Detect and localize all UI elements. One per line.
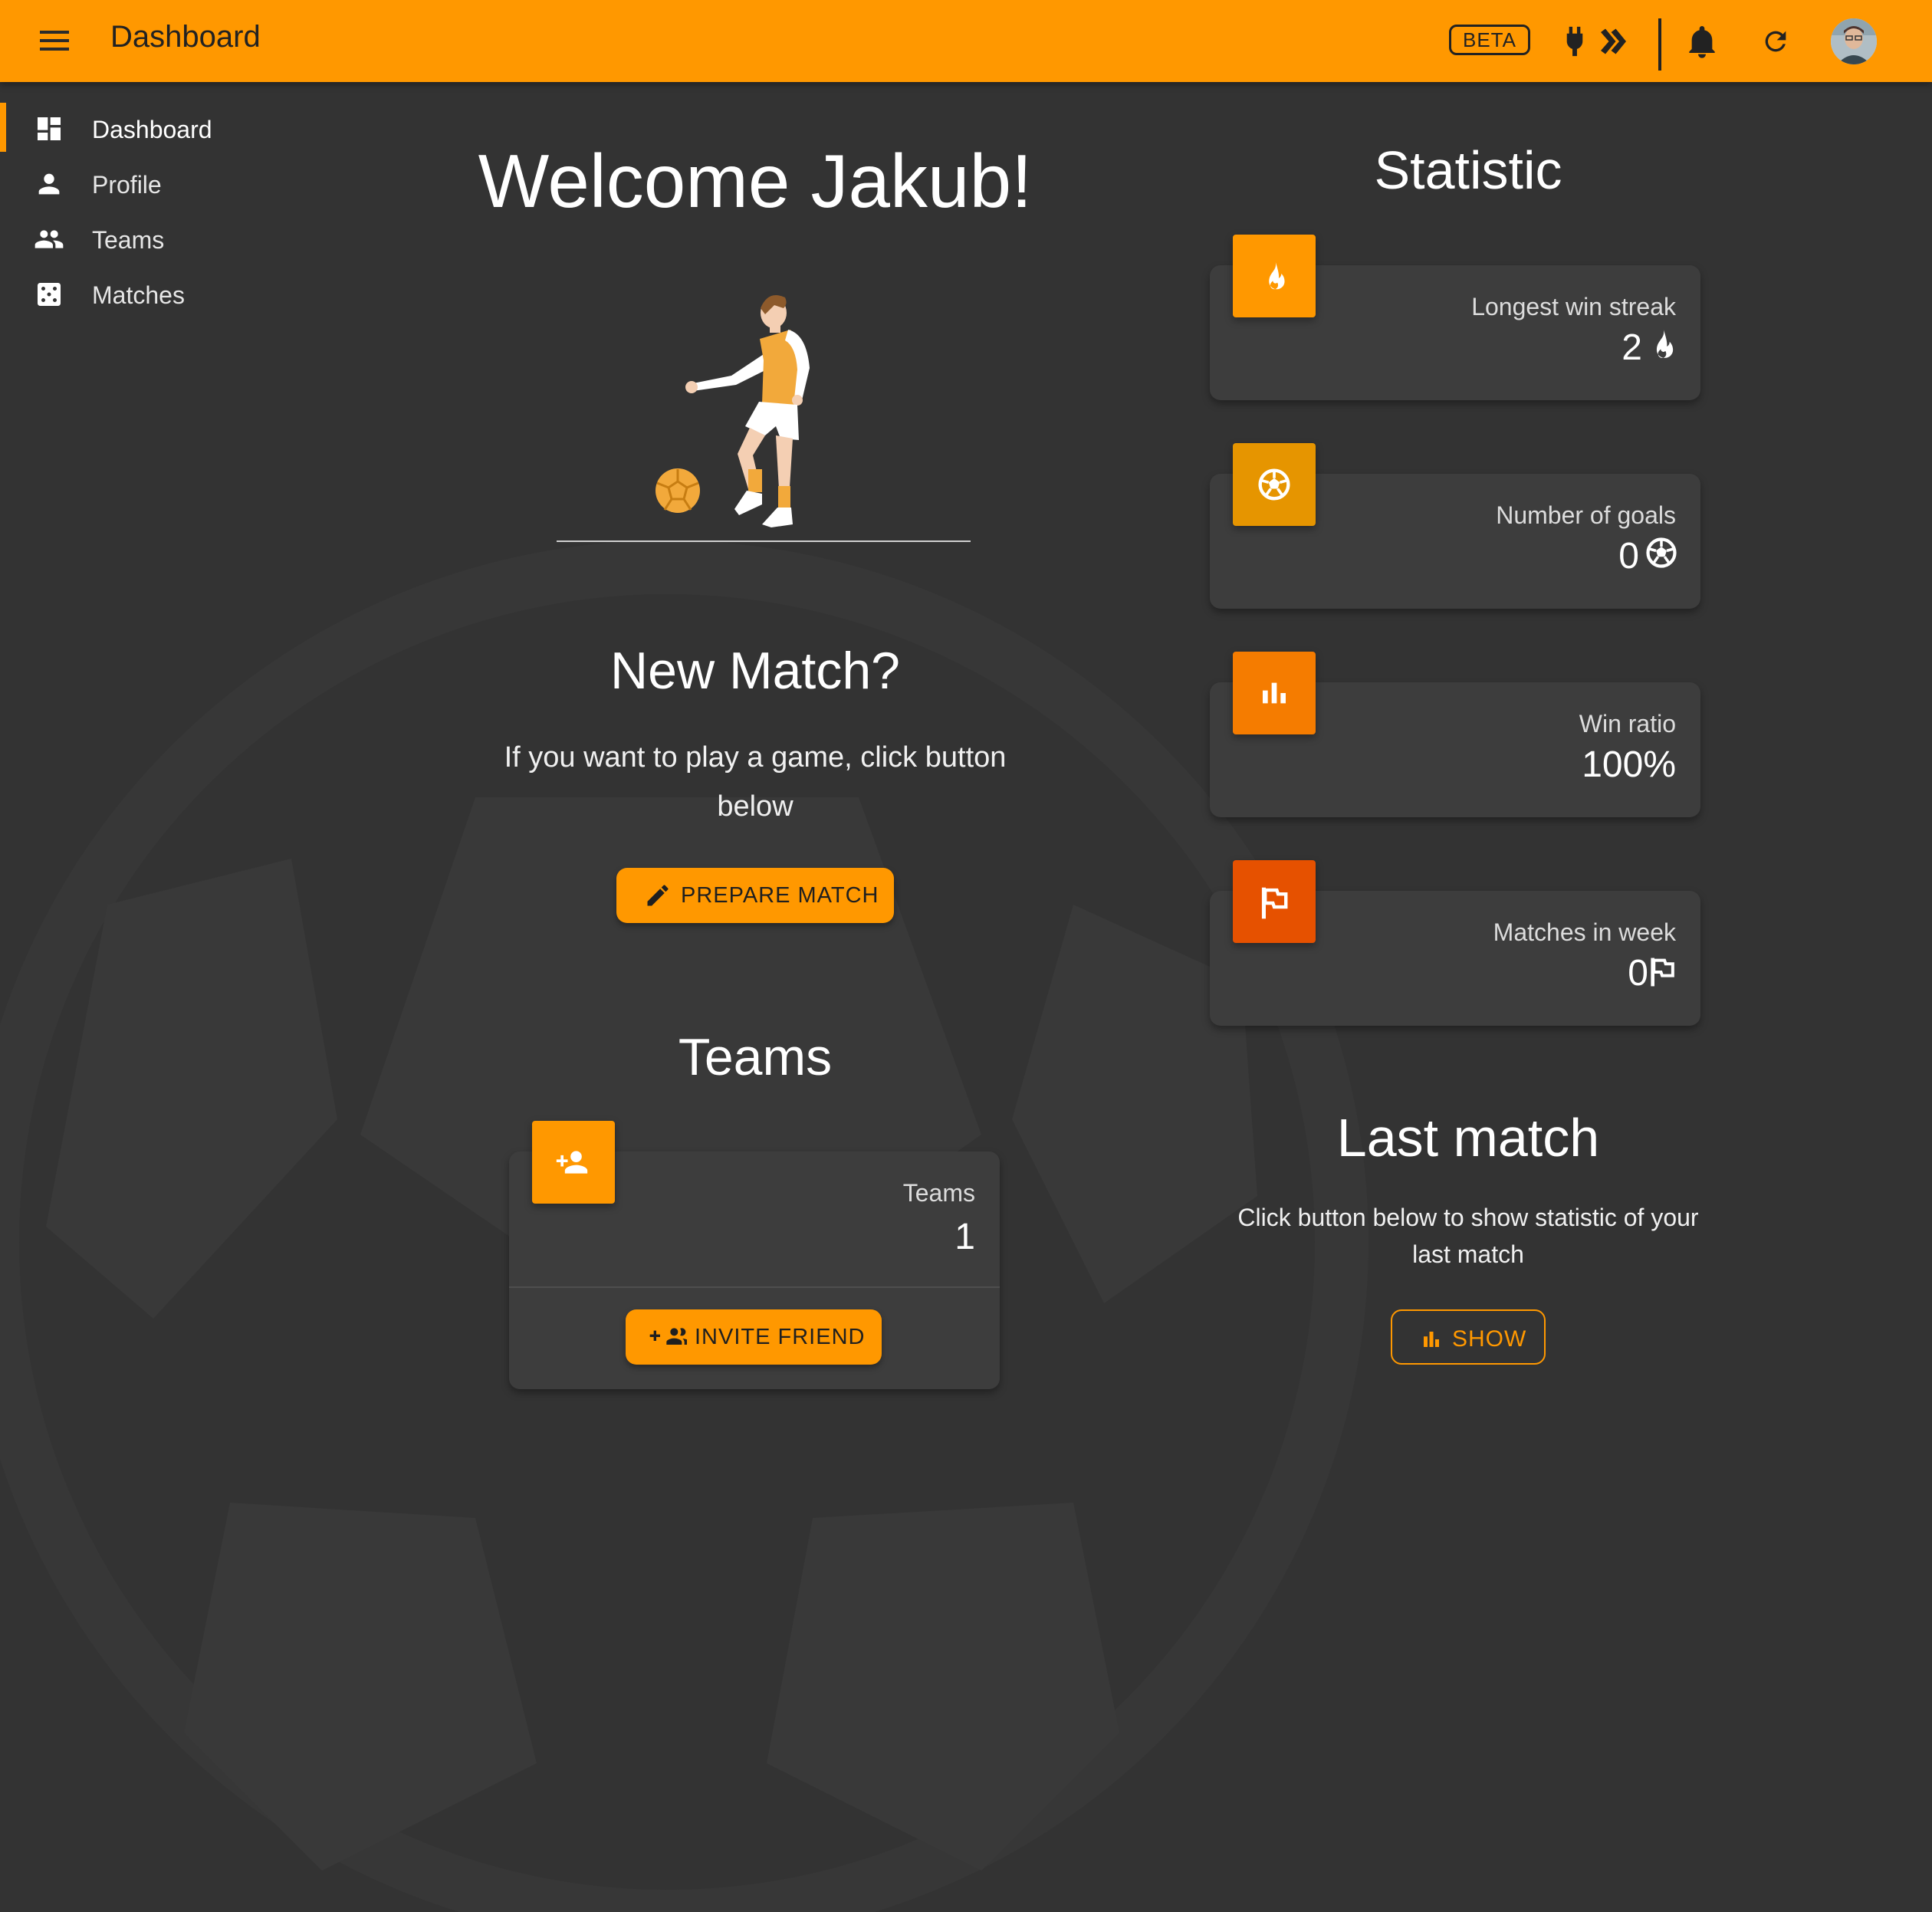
soccer-player-illustration bbox=[557, 295, 971, 542]
invite-friend-label: INVITE FRIEND bbox=[695, 1325, 866, 1349]
fire-icon bbox=[1656, 329, 1674, 358]
teams-card-icon-tile bbox=[532, 1121, 615, 1204]
bar-chart-icon bbox=[1263, 682, 1286, 704]
sidebar-item-matches[interactable]: Matches bbox=[0, 265, 253, 320]
teams-title: Teams bbox=[678, 1028, 833, 1086]
people-icon bbox=[34, 230, 64, 248]
stat-card-label: Longest win streak bbox=[1471, 293, 1676, 320]
statistic-title: Statistic bbox=[1374, 140, 1562, 200]
avatar[interactable] bbox=[1831, 18, 1877, 64]
new-match-title: New Match? bbox=[610, 642, 900, 700]
bar-chart-icon bbox=[1424, 1332, 1439, 1347]
refresh-icon[interactable] bbox=[1760, 26, 1791, 57]
welcome-heading: Welcome Jakub! bbox=[478, 139, 1033, 223]
sidebar-item-dashboard[interactable]: Dashboard bbox=[0, 100, 253, 155]
teams-card-label: Teams bbox=[902, 1179, 975, 1207]
bell-icon[interactable] bbox=[1687, 25, 1717, 58]
flag-icon bbox=[1261, 887, 1288, 919]
stat-card-icon-tile bbox=[1233, 235, 1316, 317]
stat-card-value: 2 bbox=[1622, 327, 1642, 368]
menu-icon[interactable] bbox=[40, 28, 71, 54]
sidebar-item-label: Teams bbox=[92, 226, 165, 254]
double-chevron-right-icon[interactable] bbox=[1598, 28, 1627, 55]
person-add-icon bbox=[556, 1151, 588, 1174]
stat-card-value: 0 bbox=[1628, 953, 1648, 994]
dashboard-icon bbox=[38, 117, 61, 140]
last-match-text: Click button below to show statistic of … bbox=[1237, 1204, 1699, 1268]
group-add-icon bbox=[649, 1328, 687, 1345]
invite-friend-button[interactable]: INVITE FRIEND bbox=[626, 1309, 882, 1365]
stat-card-icon-tile bbox=[1233, 443, 1316, 526]
stat-card-value: 100% bbox=[1582, 744, 1676, 785]
soccer-ball-icon bbox=[1646, 537, 1677, 568]
prepare-match-label: PREPARE MATCH bbox=[681, 883, 879, 908]
show-last-match-button[interactable]: SHOW bbox=[1391, 1309, 1546, 1365]
new-match-text: If you want to play a game, click button… bbox=[504, 741, 1007, 823]
sidebar-item-label: Profile bbox=[92, 171, 162, 199]
stat-card-label: Number of goals bbox=[1496, 501, 1676, 529]
sidebar-item-label: Matches bbox=[92, 281, 185, 309]
sidebar-item-profile[interactable]: Profile bbox=[0, 155, 253, 210]
stat-card-value: 0 bbox=[1618, 536, 1639, 577]
pencil-icon bbox=[647, 885, 669, 906]
last-match-title: Last match bbox=[1336, 1108, 1600, 1168]
app-bar-divider bbox=[1658, 18, 1661, 71]
stat-card-label: Matches in week bbox=[1493, 918, 1676, 946]
beta-badge: BETA bbox=[1449, 25, 1530, 55]
flag-icon bbox=[1651, 958, 1674, 987]
top-app-bar: Dashboard BETA bbox=[0, 0, 1932, 82]
soccer-ball-icon bbox=[1258, 468, 1290, 501]
prepare-match-button[interactable]: PREPARE MATCH bbox=[616, 868, 894, 923]
card-divider bbox=[509, 1286, 1000, 1288]
stat-card-icon-tile bbox=[1233, 860, 1316, 943]
fire-icon bbox=[1269, 261, 1285, 290]
show-label: SHOW bbox=[1452, 1326, 1527, 1352]
plug-icon[interactable] bbox=[1561, 25, 1589, 58]
sidebar-nav: Dashboard Profile Teams Matches bbox=[0, 100, 253, 320]
person-icon bbox=[38, 173, 60, 195]
teams-card-value: 1 bbox=[955, 1217, 975, 1257]
app-bar-title: Dashboard bbox=[110, 20, 261, 54]
sidebar-item-label: Dashboard bbox=[92, 116, 212, 143]
dice-icon bbox=[38, 283, 61, 306]
sidebar-item-teams[interactable]: Teams bbox=[0, 210, 253, 265]
stat-card-label: Win ratio bbox=[1579, 710, 1676, 738]
stat-card-icon-tile bbox=[1233, 652, 1316, 734]
